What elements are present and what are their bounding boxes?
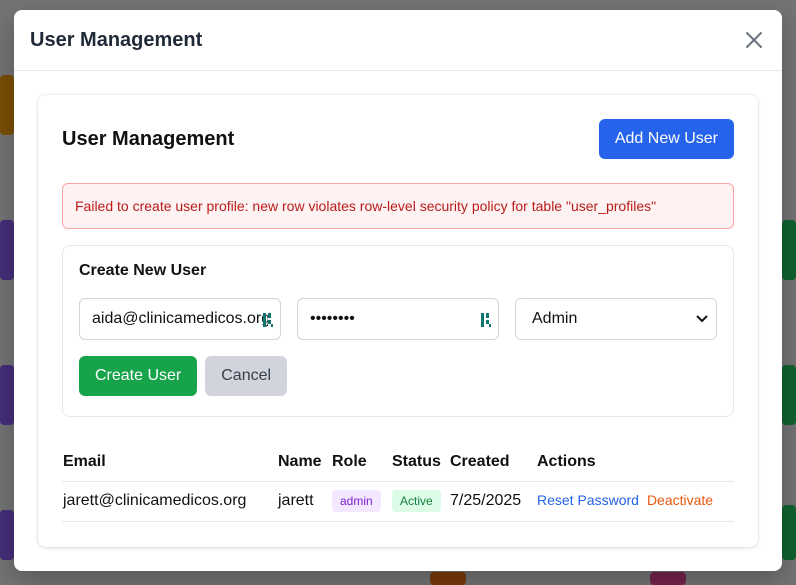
column-header-email: Email (62, 443, 277, 482)
table-row: jarett@clinicamedicos.org jarett admin A… (62, 481, 734, 522)
create-form-title: Create New User (79, 262, 207, 279)
role-badge: admin (332, 490, 381, 512)
modal-title: User Management (30, 28, 203, 51)
modal-header: User Management (14, 10, 782, 71)
password-manager-icon[interactable] (480, 311, 492, 329)
status-badge: Active (392, 490, 441, 512)
created-date: 7/25/2025 (449, 481, 536, 522)
deactivate-link[interactable]: Deactivate (647, 492, 713, 508)
column-header-name: Name (277, 443, 331, 482)
user-email: jarett@clinicamedicos.org (62, 481, 277, 522)
role-select-value: Admin (532, 310, 578, 327)
role-cell: admin (331, 481, 391, 522)
create-user-button[interactable]: Create User (79, 356, 198, 396)
password-field[interactable] (297, 298, 499, 340)
reset-password-link[interactable]: Reset Password (537, 492, 639, 508)
column-header-status: Status (391, 443, 449, 482)
password-manager-icon[interactable] (262, 311, 274, 329)
actions-cell: Reset Password Deactivate (536, 481, 734, 522)
email-field[interactable] (79, 298, 281, 340)
card-title: User Management (62, 127, 235, 150)
form-buttons: Create User Cancel (79, 356, 717, 396)
close-button[interactable] (742, 28, 766, 52)
user-name: jarett (277, 481, 331, 522)
form-inputs: Admin (79, 298, 717, 340)
column-header-actions: Actions (536, 443, 734, 482)
password-input[interactable] (310, 310, 486, 328)
user-management-card: User Management Add New User Failed to c… (38, 95, 758, 547)
cancel-button[interactable]: Cancel (205, 356, 288, 396)
create-user-form: Create New User aida@clinicamedicos.org … (62, 245, 734, 417)
table-header-row: Email Name Role Status Created Actions (62, 443, 734, 482)
role-select[interactable]: Admin (515, 298, 717, 340)
error-message: Failed to create user profile: new row v… (75, 198, 657, 214)
add-new-user-button[interactable]: Add New User (598, 119, 734, 159)
users-table: Email Name Role Status Created Actions j… (62, 443, 734, 522)
email-input[interactable] (92, 310, 268, 328)
column-header-role: Role (331, 443, 391, 482)
card-header: User Management Add New User (62, 119, 734, 159)
status-cell: Active (391, 481, 449, 522)
close-icon (746, 32, 762, 48)
user-management-modal: User Management User Management Add New … (14, 10, 782, 571)
error-alert: Failed to create user profile: new row v… (62, 183, 734, 229)
chevron-down-icon (696, 315, 708, 323)
column-header-created: Created (449, 443, 536, 482)
